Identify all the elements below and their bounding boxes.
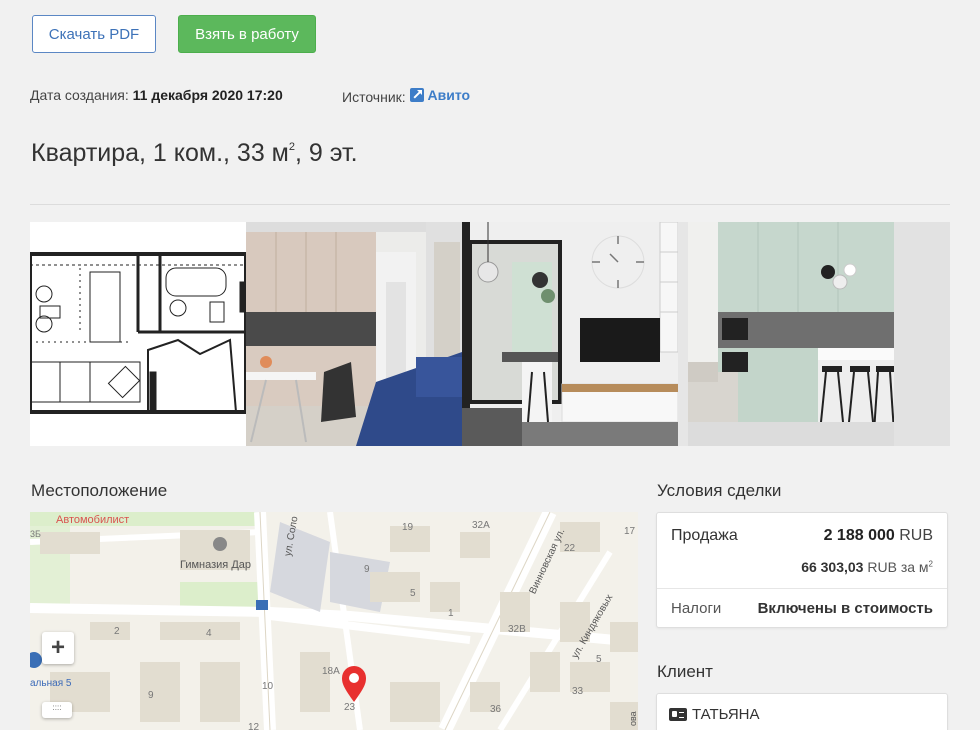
price-value: 2 188 000: [823, 527, 895, 544]
map-label-12: 12: [248, 722, 260, 730]
client-heading: Клиент: [657, 662, 713, 681]
client-name-row: ТАТЬЯНА: [669, 706, 760, 723]
source: Источник: Авито: [342, 87, 470, 105]
created-date: Дата создания: 11 декабря 2020 17:20: [30, 87, 283, 103]
map-label-22: 22: [564, 543, 576, 554]
price-per-m-value: 66 303,03: [801, 559, 864, 575]
map-label-9b: 9: [148, 690, 154, 701]
page-title: Квартира, 1 ком., 33 м2, 9 эт.: [31, 139, 358, 168]
divider: [657, 588, 947, 589]
take-to-work-button[interactable]: Взять в работу: [178, 15, 316, 53]
price-per-meter: 66 303,03 RUB за м2: [801, 559, 933, 575]
map-zoom-in-button[interactable]: +: [42, 632, 74, 664]
map-label-4: 4: [206, 628, 212, 639]
tax-value: Включены в стоимость: [757, 600, 933, 617]
map-label-17: 17: [624, 526, 636, 537]
external-link-icon: [409, 88, 424, 102]
photo-gallery[interactable]: [30, 222, 950, 446]
deal-price: 2 188 000 RUB: [824, 527, 933, 545]
deal-type: Продажа: [671, 527, 738, 544]
map-label-18a: 18А: [322, 666, 340, 677]
deal-terms-card: Продажа 2 188 000 RUB 66 303,03 RUB за м…: [656, 512, 948, 628]
id-card-icon: [669, 708, 687, 721]
map-label-5a: 5: [410, 588, 416, 599]
created-label: Дата создания:: [30, 87, 129, 103]
map-ruler-button[interactable]: ::::: [42, 702, 72, 718]
map-poi-automobilist: Автомобилист: [56, 514, 129, 526]
map-label-32v: 32В: [508, 624, 526, 635]
photo-kitchen-bar[interactable]: [678, 222, 894, 446]
tax-label: Налоги: [671, 600, 722, 617]
price-currency: RUB: [899, 527, 933, 544]
map-label-33: 33: [572, 686, 584, 697]
map-label-10: 10: [262, 681, 274, 692]
title-text: Квартира, 1 ком., 33 м: [31, 139, 289, 167]
map-label-5b: 5: [596, 654, 602, 665]
map-label-32a: 32А: [472, 520, 490, 531]
source-value: Авито: [427, 87, 471, 103]
source-link[interactable]: Авито: [409, 87, 471, 103]
map-poi-gymnasium: Гимназия Дар: [180, 559, 251, 571]
map-label-36: 36: [490, 704, 502, 715]
price-per-m-unit: RUB за м: [867, 559, 929, 575]
divider: [30, 204, 950, 205]
photo-floor-plan[interactable]: [30, 222, 246, 446]
location-map[interactable]: Автомобилист 3Б Гимназия Дар ул. Соло Ви…: [30, 512, 638, 730]
tax-row: Налоги Включены в стоимость: [671, 600, 933, 617]
map-label-19: 19: [402, 522, 414, 533]
deal-heading: Условия сделки: [657, 481, 782, 500]
title-tail: , 9 эт.: [295, 139, 358, 167]
location-heading: Местоположение: [31, 481, 168, 500]
map-street-alnaya: альная 5: [30, 678, 72, 689]
created-value: 11 декабря 2020 17:20: [132, 87, 283, 103]
map-label-1: 1: [448, 608, 454, 619]
photo-living-tv[interactable]: [462, 222, 678, 446]
client-name: ТАТЬЯНА: [692, 706, 760, 723]
photo-kitchen-living[interactable]: [246, 222, 462, 446]
map-street-ova: ова: [628, 711, 638, 726]
map-label-23: 23: [344, 702, 356, 713]
price-per-m-sup: 2: [928, 559, 933, 569]
source-label: Источник:: [342, 89, 406, 105]
map-label-2: 2: [114, 626, 120, 637]
client-card[interactable]: ТАТЬЯНА: [656, 693, 948, 730]
deal-price-row: Продажа 2 188 000 RUB: [671, 527, 933, 545]
map-label-9a: 9: [364, 564, 370, 575]
download-pdf-button[interactable]: Скачать PDF: [32, 15, 156, 53]
map-label-3b: 3Б: [30, 529, 41, 539]
